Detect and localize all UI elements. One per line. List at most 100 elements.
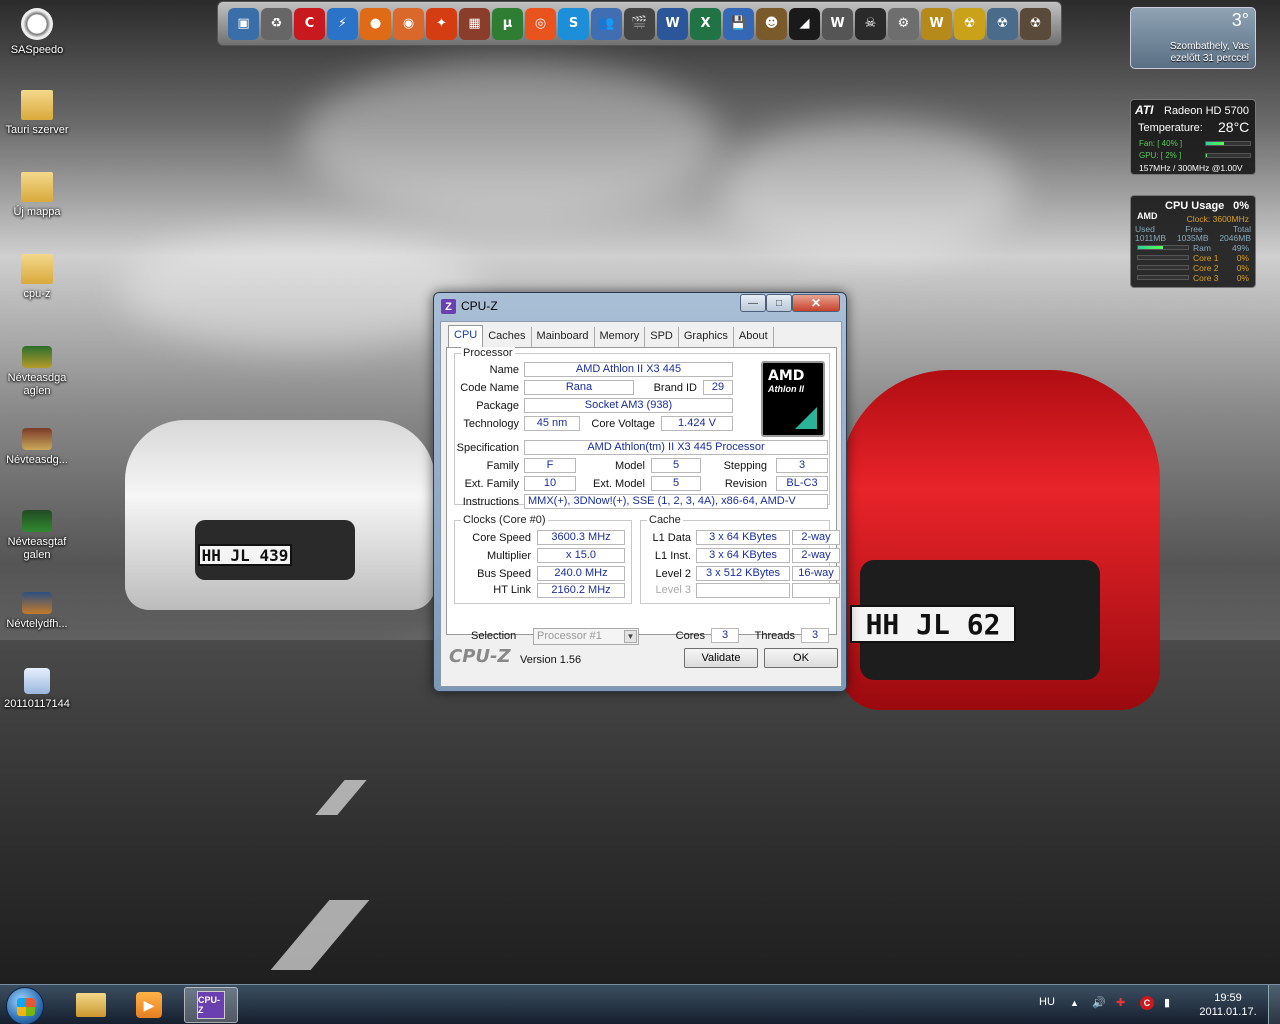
- comodo-icon[interactable]: C: [294, 7, 325, 40]
- crysis-icon[interactable]: ☠: [855, 7, 886, 40]
- tab-mainboard[interactable]: Mainboard: [532, 327, 595, 347]
- cpuz-footer: CPU-Z Version 1.56 Validate OK: [446, 640, 838, 674]
- desktop-icon-tauri-szerver[interactable]: Tauri szerver: [0, 90, 74, 137]
- firefox-icon[interactable]: ●: [360, 7, 391, 40]
- desktop-icon-image-1[interactable]: Névteasdga aglen: [0, 346, 74, 398]
- ball-icon[interactable]: ◉: [393, 7, 424, 40]
- desktop-icon-saspeedo[interactable]: SASpeedo: [0, 8, 74, 57]
- tab-about[interactable]: About: [734, 327, 774, 347]
- l1-inst-assoc: 2-way: [792, 548, 840, 563]
- tab-memory[interactable]: Memory: [595, 327, 646, 347]
- utorrent-icon[interactable]: µ: [492, 7, 523, 40]
- cpuz-client: CPU Caches Mainboard Memory SPD Graphics…: [440, 321, 842, 687]
- radiation-icon[interactable]: ☢: [954, 7, 985, 40]
- comodo-tray-icon[interactable]: C: [1140, 996, 1154, 1010]
- excel-icon[interactable]: X: [690, 7, 721, 40]
- level3-assoc: [792, 583, 840, 598]
- folder-icon: [21, 172, 53, 202]
- fire-icon[interactable]: ✦: [426, 7, 457, 40]
- messenger-icon[interactable]: 👥: [591, 7, 622, 40]
- tab-spd[interactable]: SPD: [645, 327, 679, 347]
- show-desktop-button[interactable]: [1268, 985, 1280, 1024]
- htlink-value: 2160.2 MHz: [537, 583, 625, 598]
- desktop-icon-image-4[interactable]: Névtelydfh...: [0, 592, 74, 631]
- desktop-icon-document[interactable]: 20110117144: [0, 668, 74, 711]
- gpu-temp-label: Temperature:: [1138, 122, 1203, 134]
- signal-icon[interactable]: ▮: [1164, 996, 1170, 1009]
- ok-button[interactable]: OK: [764, 648, 838, 668]
- nfs-icon[interactable]: ◢: [789, 7, 820, 40]
- box-icon[interactable]: ▦: [459, 7, 490, 40]
- network-tray-icon[interactable]: ✚: [1116, 996, 1125, 1009]
- gpu-fan-bar: [1205, 141, 1251, 146]
- document-icon: [24, 668, 50, 694]
- core2-label: Core 2: [1193, 263, 1219, 273]
- recycle-bin-icon[interactable]: ♻: [261, 7, 292, 40]
- skype-icon[interactable]: S: [558, 7, 589, 40]
- guild-icon[interactable]: ⚙: [888, 7, 919, 40]
- radiation-dark-icon[interactable]: ☢: [1020, 7, 1051, 40]
- name-label: Name: [489, 364, 519, 376]
- busspeed-label: Bus Speed: [477, 568, 531, 580]
- image-icon: [22, 428, 52, 450]
- wow-icon[interactable]: W: [921, 7, 952, 40]
- stepping-label: Stepping: [723, 460, 767, 472]
- network-icon[interactable]: ▣: [228, 7, 259, 40]
- clock[interactable]: 19:59 2011.01.17.: [1196, 991, 1260, 1019]
- corespeed-value: 3600.3 MHz: [537, 530, 625, 545]
- red-car: HH JL 62: [840, 370, 1160, 710]
- word-icon[interactable]: W: [657, 7, 688, 40]
- level2-size: 3 x 512 KBytes: [696, 566, 790, 581]
- ati-gpu-gadget[interactable]: ATI Radeon HD 5700 Temperature: 28°C Fan…: [1130, 99, 1256, 175]
- radiation-blue-icon[interactable]: ☢: [987, 7, 1018, 40]
- desktop-icon-image-3[interactable]: Névteasgtaf galen: [0, 510, 74, 562]
- volume-icon[interactable]: 🔊: [1092, 996, 1106, 1009]
- cpu-usage-gadget[interactable]: AMD CPU Usage 0% Clock: 3600MHz Used Free…: [1130, 195, 1256, 288]
- clock-time: 19:59: [1214, 992, 1242, 1004]
- weather-gadget[interactable]: 3° Szombathely, Vas ezelőtt 31 perccel: [1130, 7, 1256, 69]
- clapper-icon[interactable]: 🎬: [624, 7, 655, 40]
- desktop-icon-uj-mappa[interactable]: Új mappa: [0, 172, 74, 219]
- taskbar-cpuz[interactable]: CPU-Z: [184, 987, 238, 1023]
- l1-data-label: L1 Data: [652, 532, 691, 544]
- technology-value: 45 nm: [524, 416, 580, 431]
- desktop-icon-image-2[interactable]: Névteasdg...: [0, 428, 74, 467]
- origin-icon[interactable]: ◎: [525, 7, 556, 40]
- cpuz-window[interactable]: Z CPU-Z — □ ✕ CPU Caches Mainboard Memor…: [433, 292, 847, 692]
- language-indicator[interactable]: HU: [1039, 996, 1055, 1008]
- cpu-usage-value: 0%: [1233, 200, 1249, 212]
- windows-logo-icon: [17, 998, 35, 1016]
- codename-label: Code Name: [460, 382, 519, 394]
- maximize-button[interactable]: □: [766, 294, 792, 312]
- close-button[interactable]: ✕: [792, 294, 840, 312]
- tab-caches[interactable]: Caches: [483, 327, 532, 347]
- tab-graphics[interactable]: Graphics: [679, 327, 734, 347]
- validate-button[interactable]: Validate: [684, 648, 758, 668]
- game-soldier-icon[interactable]: ☻: [756, 7, 787, 40]
- core3-bar: [1137, 275, 1189, 280]
- core3-label: Core 3: [1193, 273, 1219, 283]
- instructions-value: MMX(+), 3DNow!(+), SSE (1, 2, 3, 4A), x8…: [524, 494, 828, 509]
- lightning-icon[interactable]: ⚡: [327, 7, 358, 40]
- image-icon: [22, 346, 52, 368]
- wings-icon[interactable]: W: [822, 7, 853, 40]
- processor-group: Processor Name AMD Athlon II X3 445 Code…: [454, 347, 830, 509]
- start-button[interactable]: [6, 987, 44, 1024]
- image-icon: [22, 510, 52, 532]
- weather-temperature: 3°: [1231, 10, 1249, 30]
- title-bar[interactable]: Z CPU-Z — □ ✕: [434, 293, 846, 319]
- ram-value: 49%: [1231, 243, 1249, 253]
- technology-label: Technology: [463, 418, 519, 430]
- taskbar-media-player[interactable]: ▶: [122, 987, 176, 1023]
- version-label: Version 1.56: [520, 654, 582, 666]
- save-icon[interactable]: 💾: [723, 7, 754, 40]
- cache-group-label: Cache: [647, 514, 683, 526]
- tab-strip: CPU Caches Mainboard Memory SPD Graphics…: [448, 325, 774, 347]
- core1-value: 0%: [1236, 253, 1249, 263]
- desktop-icon-cpu-z[interactable]: cpu-z: [0, 254, 74, 301]
- model-label: Model: [615, 460, 645, 472]
- taskbar-explorer[interactable]: [64, 987, 118, 1023]
- tab-cpu[interactable]: CPU: [448, 325, 484, 347]
- show-hidden-icons[interactable]: ▲: [1070, 998, 1079, 1008]
- minimize-button[interactable]: —: [740, 294, 766, 312]
